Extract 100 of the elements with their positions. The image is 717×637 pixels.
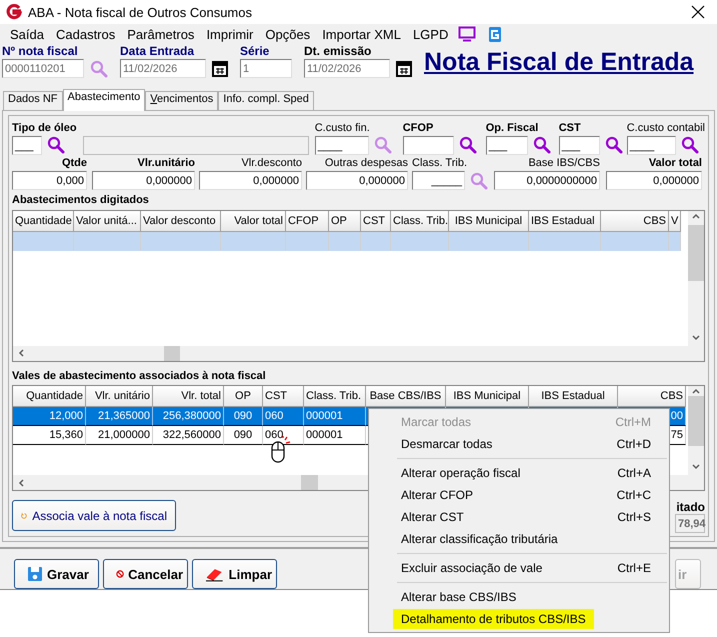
menu-item[interactable]: LGPD [406,26,454,42]
search-icon[interactable] [604,136,623,154]
column-header[interactable]: OP [329,210,361,232]
column-header[interactable]: Class. Trib. [304,386,366,408]
column-header[interactable]: CBS [601,210,669,232]
menu-item[interactable]: Imprimir [200,26,260,42]
field-label: Dt. emissão [304,44,372,59]
input-field[interactable]: 0,000000 [306,171,408,190]
footer-button[interactable]: Cancelar [103,559,188,589]
tab[interactable]: Dados NF [3,91,63,110]
context-menu-item[interactable]: Alterar CST Ctrl+S [369,506,669,528]
input-field[interactable]: 0,000000 [92,171,195,190]
input-field[interactable]: 0,0000000000 [494,171,600,190]
scrollbar-thumb[interactable] [688,396,704,446]
search-icon[interactable] [458,136,477,154]
field-label: Série [240,44,270,59]
input-field[interactable]: 0,000 [12,171,87,190]
scroll-up-icon[interactable] [691,386,701,396]
tab[interactable]: Vencimentos [145,91,218,110]
column-header[interactable]: IBS Municipal [446,386,529,408]
tab[interactable]: Info. compl. Sped [218,91,314,110]
scroll-down-icon[interactable] [691,332,701,343]
column-header[interactable]: Valor total [221,210,286,232]
column-header[interactable]: CBS [618,386,686,408]
input-field[interactable]: 11/02/2026 [304,59,390,78]
field-label: Class. Trib. [412,157,468,171]
column-header[interactable]: CST [263,386,304,408]
field-label: Vlr.unitário [136,157,195,171]
column-header[interactable]: Base CBS/IBS [366,386,446,408]
input-field[interactable]: ___ [12,136,42,154]
input-field[interactable]: _____ [412,171,465,190]
input-field[interactable]: 11/02/2026 [120,59,206,78]
input-field[interactable]: 0000110201 [2,59,84,78]
column-header[interactable]: IBS Estadual [529,386,618,408]
table-cell: 000001 [304,407,366,426]
table-cell: 15,360 [13,426,86,446]
search-icon[interactable] [680,136,699,154]
calendar-icon[interactable] [396,60,412,76]
input-field[interactable]: ____ [314,136,369,154]
input-field[interactable] [402,136,454,154]
menu-item[interactable]: Opções [259,26,316,42]
menu-item[interactable]: Importar XML [316,26,407,42]
footer-button[interactable]: Limpar [192,559,277,589]
column-header[interactable]: V [669,210,681,232]
associate-button[interactable]: Associa vale à nota fiscal [12,500,176,531]
input-field[interactable]: 0,000000 [606,171,702,190]
shortcut-text: Ctrl+S [617,510,651,524]
context-menu-item[interactable]: Excluir associação de vale Ctrl+E [369,557,669,579]
column-header[interactable]: Class. Trib. [391,210,449,232]
close-icon[interactable] [691,5,705,19]
footer-button[interactable]: Gravar [14,559,99,589]
table-cell: 090 [224,407,263,426]
scroll-left-icon[interactable] [16,348,26,358]
menu-item[interactable]: Saída [4,26,50,42]
menu-item[interactable]: Parâmetros [121,26,200,42]
menu-item[interactable]: Cadastros [50,26,122,42]
search-icon[interactable] [47,136,65,154]
column-header[interactable]: Vlr. unitário [86,386,153,408]
context-menu-item[interactable]: Alterar CFOP Ctrl+C [369,484,669,506]
column-header[interactable]: Vlr. total [153,386,224,408]
total-field: 78,94 [675,514,705,533]
menu-item-label: Alterar CST [401,510,464,524]
column-header[interactable]: Valor unitá... [74,210,141,232]
scrollbar-thumb[interactable] [688,224,704,281]
column-header[interactable]: OP [224,386,263,408]
table-cell: 21,365000 [86,407,153,426]
menu-item-label: Alterar operação fiscal [401,466,520,480]
scroll-down-icon[interactable] [691,462,701,472]
context-menu-item[interactable]: Alterar operação fiscal Ctrl+A [369,462,669,484]
eraser-icon [205,566,225,582]
column-header[interactable]: Valor desconto [141,210,221,232]
context-menu-item[interactable]: Alterar base CBS/IBS [369,586,669,608]
input-field[interactable]: 1 [240,59,292,78]
monitor-icon[interactable] [458,26,476,42]
book-icon[interactable] [488,26,502,42]
scrollbar-thumb[interactable] [164,346,180,361]
scrollbar-thumb[interactable] [301,475,318,490]
column-header[interactable]: CFOP [286,210,329,232]
column-header[interactable]: Quantidade [13,386,86,408]
menu-item-label: Alterar CFOP [401,488,474,502]
column-header[interactable]: IBS Municipal [449,210,529,232]
calendar-icon[interactable] [212,60,228,76]
input-field[interactable]: ___ [558,136,600,154]
context-menu-item[interactable]: Detalhamento de tributos CBS/IBS [369,608,669,630]
tab[interactable]: Abastecimento [62,89,146,111]
column-header[interactable]: Quantidade [13,210,74,232]
search-icon[interactable] [532,136,551,154]
field-label: Data Entrada [120,44,196,59]
context-menu-item[interactable]: Alterar classificação tributária [369,528,669,550]
shortcut-text: Ctrl+C [616,488,651,502]
input-field[interactable]: 0,000000 [199,171,302,190]
column-header[interactable]: IBS Estadual [529,210,601,232]
input-field[interactable]: ___ [486,136,528,154]
scroll-left-icon[interactable] [16,478,26,488]
field-label: Qtde [60,157,87,171]
column-header[interactable]: CST [361,210,391,232]
field-label: C.custo contabil [626,122,705,136]
field-label: CFOP [402,122,434,136]
input-field[interactable]: ____ [626,136,676,154]
field-label: Outras despesas [324,157,408,171]
